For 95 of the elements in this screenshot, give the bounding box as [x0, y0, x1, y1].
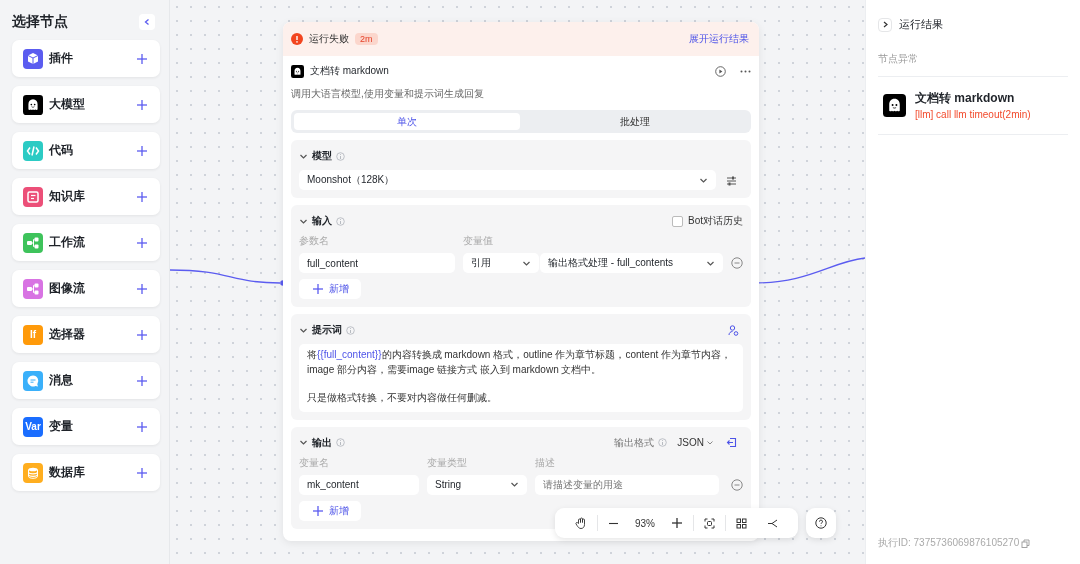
plus-icon	[136, 144, 148, 157]
zoom-level: 93%	[634, 517, 656, 529]
mode-tab[interactable]: 单次	[294, 113, 520, 130]
branch-icon	[767, 517, 778, 529]
collapse-icon	[299, 438, 308, 447]
prompt-paragraph: 将{{full_content}}的内容转换成 markdown 格式，outline 作为章节标题，content 作为章节内容，image 部分内容，需要image 链接方式 嵌入到 markdown 文档中。	[307, 348, 733, 377]
mode-tab[interactable]: 批处理	[522, 113, 748, 130]
node-description: 调用大语言模型,使用变量和提示词生成回复	[291, 87, 485, 101]
info-icon	[336, 216, 345, 226]
add-button[interactable]: 新增	[299, 500, 361, 521]
plus-icon	[136, 52, 148, 65]
info-icon	[336, 438, 345, 447]
variable-button[interactable]	[728, 324, 739, 336]
info-icon	[346, 325, 355, 335]
panel-title: 选择节点	[12, 13, 68, 31]
ghost-icon	[883, 93, 906, 117]
plus-icon	[136, 328, 148, 341]
prompt-paragraph: 只是做格式转换，不要对内容做任何删减。	[307, 391, 498, 405]
add-button[interactable]: 新增	[299, 279, 361, 299]
model-settings-button[interactable]	[726, 174, 737, 186]
node-type-item[interactable]: Var 变量	[12, 408, 160, 445]
node-type-item[interactable]: 图像流	[12, 270, 160, 307]
duration-badge: 2m	[355, 33, 378, 45]
section-title: 输入	[312, 214, 332, 228]
chevron-down-icon	[706, 438, 714, 447]
node-type-item[interactable]: 数据库	[12, 454, 160, 491]
panel-title: 运行结果	[899, 17, 943, 32]
info-icon	[658, 438, 668, 447]
plus-icon	[671, 517, 683, 529]
node-type-icon: Var	[23, 416, 43, 437]
sliders-icon	[726, 174, 737, 186]
error-message: [llm] call llm timeout(2min)	[915, 109, 1031, 120]
node-type-item[interactable]: 代码	[12, 132, 160, 169]
execution-id: 执行ID: 7375736069876105270	[878, 536, 1020, 550]
source-select[interactable]: 引用	[463, 253, 539, 273]
section-label: 节点异常	[878, 52, 1068, 77]
node-type-item[interactable]: 工作流	[12, 224, 160, 261]
plus-icon	[136, 190, 148, 203]
prompt-editor[interactable]: 将{{full_content}}的内容转换成 markdown 格式，outline 作为章节标题，content 作为章节内容，image 部分内容，需要image 链接方式 嵌入到 markdown 文档中。 只是做格式转换，不要对内容做任何删减。	[299, 344, 743, 412]
column-header: 参数名	[299, 234, 330, 248]
node-type-item[interactable]: 插件	[12, 40, 160, 77]
plus-icon	[136, 466, 148, 479]
remove-button[interactable]	[731, 257, 743, 269]
description-field[interactable]: 请描述变量的用途	[535, 474, 719, 495]
expand-results-link[interactable]: 展开运行结果	[689, 32, 749, 46]
fit-screen-icon	[704, 517, 715, 529]
help-icon	[815, 517, 827, 529]
plus-icon	[136, 98, 148, 111]
copy-icon	[1021, 538, 1031, 548]
node-type-item[interactable]: 消息	[12, 362, 160, 399]
play-icon	[715, 65, 726, 77]
model-select[interactable]: Moonshot（128K）	[299, 170, 716, 190]
section-title: 提示词	[312, 323, 342, 337]
import-button[interactable]	[726, 437, 737, 448]
ghost-icon	[291, 64, 304, 78]
node-type-item[interactable]: If 选择器	[12, 316, 160, 353]
node-title: 文档转 markdown	[310, 64, 389, 78]
column-header: 变量值	[463, 234, 493, 248]
node-type-item[interactable]: 知识库	[12, 178, 160, 215]
error-icon	[291, 33, 303, 45]
column-header: 变量类型	[427, 455, 468, 470]
collapse-button[interactable]	[878, 17, 892, 32]
grid-icon	[736, 517, 747, 529]
user-settings-icon	[728, 324, 739, 336]
column-header: 描述	[535, 455, 555, 470]
variable-select[interactable]: 输出格式处理 - full_contents	[540, 253, 723, 273]
remove-button[interactable]	[731, 478, 743, 491]
node-type-item[interactable]: 大模型	[12, 86, 160, 123]
help-button[interactable]	[806, 508, 836, 538]
import-icon	[726, 437, 737, 448]
plus-icon	[136, 420, 148, 433]
info-icon	[336, 151, 345, 161]
plus-icon	[136, 282, 148, 295]
run-button[interactable]	[715, 65, 726, 77]
result-node-title: 文档转 markdown	[915, 90, 1016, 107]
section-title: 模型	[312, 149, 332, 163]
section-title: 输出	[312, 435, 332, 450]
variable-name-field[interactable]: mk_content	[299, 474, 419, 495]
type-select[interactable]: String	[427, 474, 527, 495]
status-text: 运行失败	[309, 32, 349, 46]
plus-icon	[311, 504, 324, 517]
chevron-right-icon	[881, 21, 889, 28]
chevron-down-icon	[510, 480, 519, 489]
plus-icon	[311, 283, 324, 295]
hand-icon	[575, 517, 587, 529]
input-field[interactable]: full_content	[299, 253, 455, 273]
plus-icon	[136, 236, 148, 249]
node-type-icon: If	[23, 324, 43, 345]
chevron-left-icon	[143, 18, 151, 26]
plus-icon	[136, 374, 148, 387]
format-label: 输出格式	[614, 435, 655, 450]
copy-button[interactable]	[1021, 538, 1031, 548]
column-header: 变量名	[299, 455, 330, 470]
format-select[interactable]: JSON	[677, 437, 714, 448]
history-checkbox[interactable]: Bot对话历史	[672, 214, 743, 228]
